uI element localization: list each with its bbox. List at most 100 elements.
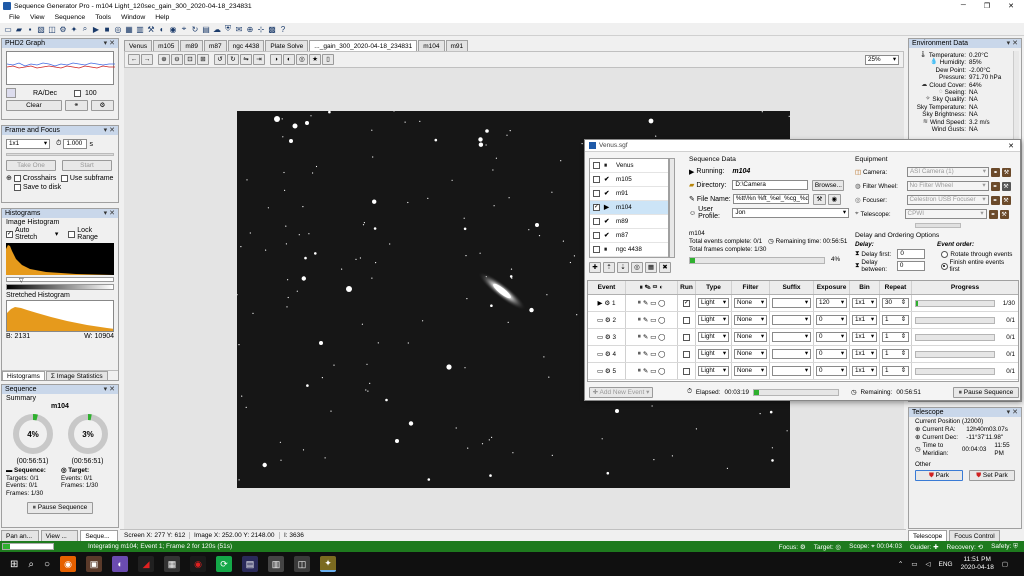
safety-icon[interactable]: ⛨ bbox=[223, 24, 233, 34]
new-icon[interactable]: ▭ bbox=[3, 24, 13, 34]
bin-select[interactable]: 1x1 ▾ bbox=[852, 332, 877, 342]
taskbar-clock[interactable]: 11:51 PM 2020-04-18 bbox=[961, 556, 994, 572]
image-tab[interactable]: m104 bbox=[418, 40, 445, 51]
target-list-item[interactable]: ⏸ ngc 4438 bbox=[590, 243, 668, 257]
taskbar-search-icon[interactable]: ⌕ bbox=[28, 559, 34, 570]
target-grid-icon[interactable]: ▦ bbox=[645, 262, 657, 273]
comment-icon[interactable]: ◯ bbox=[658, 317, 665, 324]
taskbar-app-icon[interactable]: ◫ bbox=[294, 556, 311, 572]
dialog-pause-button[interactable]: ⏸ Pause Sequence bbox=[953, 386, 1019, 398]
edit-icon[interactable]: ✎ bbox=[643, 351, 648, 358]
suffix-select[interactable]: ▾ bbox=[772, 332, 811, 342]
row-handle-icon[interactable]: ▭ bbox=[597, 368, 603, 375]
exposure-select[interactable]: 0 ▾ bbox=[816, 366, 847, 376]
comment-icon[interactable]: ◯ bbox=[658, 351, 665, 358]
exposure-select[interactable]: 120 ▾ bbox=[816, 298, 847, 308]
filter-wheel-select[interactable]: No Filter Wheel ▾ bbox=[906, 181, 989, 191]
filter-select[interactable]: None ▾ bbox=[734, 366, 767, 376]
repeat-stepper[interactable]: 1 ⇕ bbox=[882, 349, 909, 359]
event-row[interactable]: ▶ ⚙ 1 ⏸ ✎ ▭ ◯ ✓ Light ▾ None ▾ ▾ 120 ▾ 1x1 ▾ 30 ⇕ 1/30 bbox=[588, 295, 1018, 312]
star-icon[interactable]: ✦ bbox=[69, 24, 79, 34]
image-tab[interactable]: ngc 4438 bbox=[227, 40, 265, 51]
add-new-event-button[interactable]: ✚ Add New Event ▾ bbox=[589, 386, 653, 398]
bottom-left-tab[interactable]: Pan an... bbox=[1, 530, 39, 541]
filename-input[interactable]: %tt\%n %ft_%el_%cg_%dt_ bbox=[732, 194, 809, 204]
play-icon[interactable]: ▶ bbox=[91, 24, 101, 34]
image-tab[interactable]: m105 bbox=[153, 40, 180, 51]
target-list-item[interactable]: ✔ m87 bbox=[590, 229, 668, 243]
auto-stretch-checkbox[interactable]: ✓ bbox=[6, 230, 13, 238]
repeat-stepper[interactable]: 30 ⇕ bbox=[882, 298, 909, 308]
target-checkbox[interactable] bbox=[593, 232, 600, 239]
event-row[interactable]: ▭ ⚙ 5 ⏸ ✎ ▭ ◯ Light ▾ None ▾ ▾ 0 ▾ 1x1 ▾ 1 ⇕ 0/1 bbox=[588, 363, 1018, 380]
target-list-item[interactable]: ✓ ▶ m104 bbox=[590, 201, 668, 215]
pause-icon[interactable]: ⏸ bbox=[638, 350, 641, 358]
edit-icon[interactable]: ✎ bbox=[643, 317, 648, 324]
grid-icon[interactable]: ▦ bbox=[124, 24, 134, 34]
zoom-fit-icon[interactable]: ⊡ bbox=[184, 54, 196, 65]
export-icon[interactable]: ⇥ bbox=[253, 54, 265, 65]
delay-between-input[interactable]: 0 bbox=[896, 261, 925, 271]
finish-events-radio[interactable] bbox=[940, 262, 948, 270]
comment-icon[interactable]: ◯ bbox=[658, 300, 665, 307]
close-icon[interactable]: ✕ bbox=[1008, 2, 1014, 10]
filter-select[interactable]: None ▾ bbox=[734, 332, 767, 342]
image-tab[interactable]: m91 bbox=[445, 40, 469, 51]
volume-icon[interactable]: ◁ bbox=[926, 560, 931, 568]
center-here-icon[interactable]: ◎ bbox=[296, 54, 308, 65]
task-view-icon[interactable]: ○ bbox=[44, 559, 50, 570]
camera-icon[interactable]: ◫ bbox=[47, 24, 57, 34]
pause-sequence-button[interactable]: ⏸ Pause Sequence bbox=[27, 502, 93, 514]
filter-select[interactable]: None ▾ bbox=[734, 315, 767, 325]
save-to-disk-checkbox[interactable] bbox=[14, 184, 21, 191]
minimize-icon[interactable]: ─ bbox=[961, 2, 966, 10]
edit-icon[interactable]: ✎ bbox=[643, 368, 648, 375]
menu-view[interactable]: View bbox=[30, 14, 45, 21]
menu-help[interactable]: Help bbox=[155, 14, 169, 21]
event-row[interactable]: ▭ ⚙ 2 ⏸ ✎ ▭ ◯ Light ▾ None ▾ ▾ 0 ▾ 1x1 ▾ 1 ⇕ 0/1 bbox=[588, 312, 1018, 329]
run-checkbox[interactable] bbox=[683, 367, 690, 375]
auto-stretch-label[interactable]: Auto Stretch bbox=[15, 227, 53, 241]
help-icon[interactable]: ? bbox=[278, 24, 288, 34]
note-icon[interactable]: ▭ bbox=[650, 368, 656, 375]
bottom-left-tab[interactable]: View ... bbox=[40, 530, 79, 541]
browse-button[interactable]: Browse... bbox=[812, 179, 845, 191]
lock-range-checkbox[interactable] bbox=[68, 230, 76, 238]
bin-select[interactable]: 1x1 ▾ bbox=[852, 349, 877, 359]
telescope-connect-icon[interactable]: ⚭ bbox=[988, 209, 998, 219]
suffix-select[interactable]: ▾ bbox=[772, 366, 811, 376]
network-icon[interactable]: ▭ bbox=[911, 560, 917, 568]
exposure-input[interactable]: 1.000 bbox=[63, 139, 88, 149]
filename-wrench-icon[interactable]: ⚒ bbox=[812, 193, 826, 205]
filter-icon[interactable]: ◐ bbox=[157, 24, 167, 34]
pause-icon[interactable]: ⏸ bbox=[638, 316, 641, 324]
filter-settings-icon[interactable]: ⚒ bbox=[1001, 181, 1011, 191]
phd2-config-button[interactable]: ⚙ bbox=[90, 100, 115, 111]
suffix-select[interactable]: ▾ bbox=[772, 298, 811, 308]
note-icon[interactable]: ▭ bbox=[650, 300, 656, 307]
set-park-button[interactable]: ⛊ Set Park bbox=[969, 470, 1015, 481]
chart-icon[interactable]: ▥ bbox=[135, 24, 145, 34]
menu-file[interactable]: File bbox=[9, 14, 20, 21]
dialog-close-icon[interactable]: ✕ bbox=[1008, 142, 1020, 150]
phd2-link-button[interactable]: ⚭ bbox=[64, 100, 88, 111]
image-icon[interactable]: ▧ bbox=[36, 24, 46, 34]
star-detect-icon[interactable]: ★ bbox=[309, 54, 321, 65]
bin-select[interactable]: 1x1 ▾ bbox=[852, 298, 877, 308]
bin-select[interactable]: 1x1 ▾ bbox=[852, 315, 877, 325]
focuser-settings-icon[interactable]: ⚒ bbox=[1001, 195, 1011, 205]
clear-button[interactable]: Clear bbox=[6, 100, 62, 111]
flip-icon[interactable]: ⇋ bbox=[240, 54, 252, 65]
tab-histograms[interactable]: Histograms bbox=[2, 370, 45, 380]
comment-icon[interactable]: ◯ bbox=[658, 368, 665, 375]
target-checkbox[interactable] bbox=[593, 218, 600, 225]
scale-checkbox[interactable] bbox=[74, 89, 81, 97]
taskbar-app-icon[interactable]: ▣ bbox=[86, 556, 103, 572]
rotate-events-radio[interactable] bbox=[941, 250, 949, 258]
add-target-icon[interactable]: ✚ bbox=[589, 262, 601, 273]
plate-solve-icon[interactable]: ⊕ bbox=[245, 24, 255, 34]
tray-chevron-icon[interactable]: ⌃ bbox=[898, 560, 903, 568]
park-button[interactable]: ⛊ Park bbox=[915, 470, 963, 481]
panel-close-icon[interactable]: ▾ ✕ bbox=[1007, 408, 1021, 417]
binning-select[interactable]: 1x1 ▾ bbox=[6, 139, 50, 149]
